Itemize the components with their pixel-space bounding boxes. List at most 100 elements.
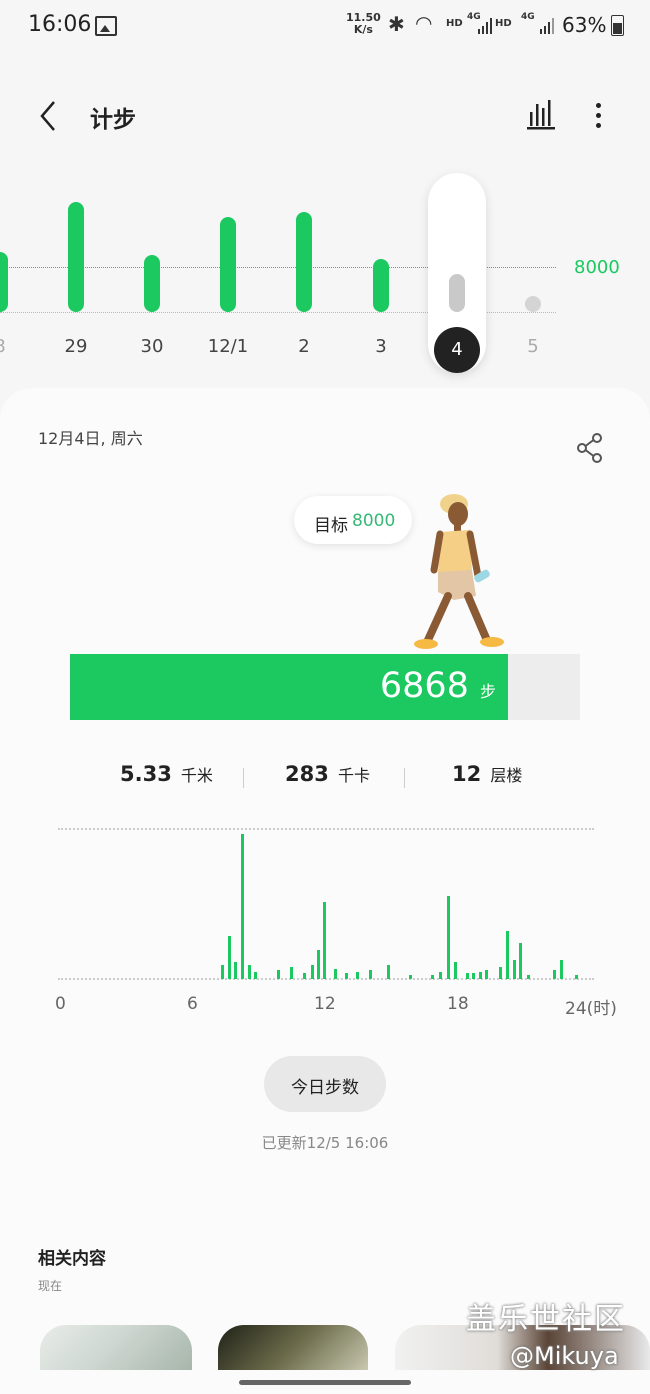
hourly-bar (408, 974, 412, 979)
day-bar[interactable] (68, 202, 84, 312)
hourly-bar (221, 964, 225, 979)
hourly-bar (447, 896, 451, 979)
day-label[interactable]: 2 (274, 336, 334, 357)
hd-badge-1: HD (446, 18, 463, 29)
hourly-bar (472, 973, 476, 979)
hourly-bar (439, 971, 443, 979)
today-steps-button[interactable]: 今日步数 (264, 1056, 386, 1112)
hour-axis-label: 0 (55, 994, 66, 1014)
hourly-bar (485, 970, 489, 979)
network-type-2: 4G (521, 12, 535, 22)
related-thumbnail-1[interactable] (40, 1325, 192, 1370)
stat-distance-value: 5.33 (120, 762, 172, 786)
signal-icon-2 (540, 18, 554, 34)
updated-timestamp: 已更新12/5 16:06 (261, 1134, 389, 1152)
hourly-bar (290, 967, 294, 979)
wifi-icon: ◠ (415, 11, 433, 35)
signal-icon-1 (478, 18, 492, 34)
bar-chart-icon (527, 100, 555, 130)
day-bar[interactable] (144, 254, 160, 312)
hourly-bar (311, 964, 315, 979)
steps-progress-bar: 6868 步 (70, 654, 580, 720)
day-label[interactable]: 5 (503, 336, 563, 357)
hourly-bar (553, 970, 557, 979)
stat-floors: 12 层楼 (452, 762, 522, 786)
statistics-button[interactable] (524, 98, 558, 132)
back-arrow-icon (40, 101, 55, 131)
day-empty-dot[interactable] (525, 296, 541, 312)
stat-calories-value: 283 (285, 762, 329, 786)
day-label[interactable]: 30 (122, 336, 182, 357)
day-bar[interactable] (220, 217, 236, 312)
hourly-bar (234, 961, 238, 979)
hourly-bar (316, 950, 320, 979)
steps-count: 6868 步 (380, 666, 496, 706)
day-bar[interactable] (449, 273, 465, 312)
day-bar[interactable] (0, 251, 8, 312)
related-title: 相关内容 (38, 1249, 106, 1269)
goal-value: 8000 (352, 511, 396, 531)
goal-line-label: 8000 (574, 257, 620, 278)
hourly-bar (334, 968, 338, 979)
battery-icon (611, 15, 624, 36)
back-button[interactable] (28, 96, 68, 136)
network-speed: 11.50 K/s (346, 12, 381, 36)
hourly-bar (512, 960, 516, 979)
watermark-line-2: @Mikuya (510, 1342, 619, 1370)
selected-date: 12月4日, 周六 (38, 429, 143, 448)
stat-floors-unit: 层楼 (490, 766, 523, 785)
hour-axis-label: 12 (314, 994, 336, 1014)
hourly-bar (254, 971, 258, 979)
watermark-line-1: 盖乐世社区 (466, 1302, 626, 1337)
home-indicator[interactable] (239, 1380, 411, 1385)
hour-axis-label: 24(时) (565, 999, 617, 1019)
steps-value: 6868 (379, 666, 469, 706)
status-time: 16:06 (28, 12, 92, 37)
goal-prefix: 目标 (314, 516, 348, 536)
hour-axis-label: 18 (447, 994, 469, 1014)
stat-calories: 283 千卡 (285, 762, 370, 786)
related-subtitle: 现在 (38, 1279, 63, 1293)
hourly-bar (453, 961, 457, 979)
hourly-bar (227, 935, 231, 979)
network-speed-unit: K/s (353, 23, 373, 36)
week-step-chart[interactable]: 8000 8 29 30 12/1 23 4 5 (0, 160, 650, 380)
hourly-bar (356, 971, 360, 979)
hourly-step-chart (58, 828, 594, 980)
battery-percent: 63% (562, 13, 607, 37)
walking-person-illustration (408, 492, 508, 652)
day-label[interactable]: 12/1 (198, 336, 258, 357)
hourly-bar (277, 970, 281, 979)
stat-floors-value: 12 (452, 762, 482, 786)
hourly-bar (345, 973, 349, 979)
hourly-bar (430, 974, 434, 979)
steps-unit: 步 (479, 682, 496, 701)
hour-axis-label: 6 (187, 994, 198, 1014)
day-label[interactable]: 8 (0, 336, 30, 357)
share-button[interactable] (574, 432, 606, 464)
stat-divider-2 (404, 768, 405, 788)
bluetooth-icon: ✱ (388, 12, 405, 36)
hourly-bar (506, 931, 510, 979)
hourly-bar (527, 974, 531, 979)
stat-divider-1 (243, 768, 244, 788)
today-steps-label: 今日步数 (291, 1078, 359, 1098)
day-label[interactable]: 3 (351, 336, 411, 357)
day-label[interactable]: 4 (434, 327, 480, 373)
hourly-bar (241, 834, 244, 979)
stat-distance-unit: 千米 (180, 766, 213, 785)
day-bar[interactable] (373, 259, 389, 312)
hourly-bar (559, 960, 563, 979)
stat-distance: 5.33 千米 (120, 762, 213, 786)
hourly-bar (519, 942, 523, 979)
day-bar[interactable] (296, 211, 312, 312)
hourly-bar (369, 970, 373, 979)
hourly-bar (498, 967, 502, 979)
share-icon (577, 433, 602, 463)
day-label[interactable]: 29 (46, 336, 106, 357)
related-thumbnail-2[interactable] (218, 1325, 368, 1370)
hourly-bar (323, 902, 327, 979)
hd-badge-2: HD (495, 18, 512, 29)
stats-row: 5.33 千米 283 千卡 12 层楼 (80, 762, 570, 792)
more-options-button[interactable] (588, 100, 608, 132)
